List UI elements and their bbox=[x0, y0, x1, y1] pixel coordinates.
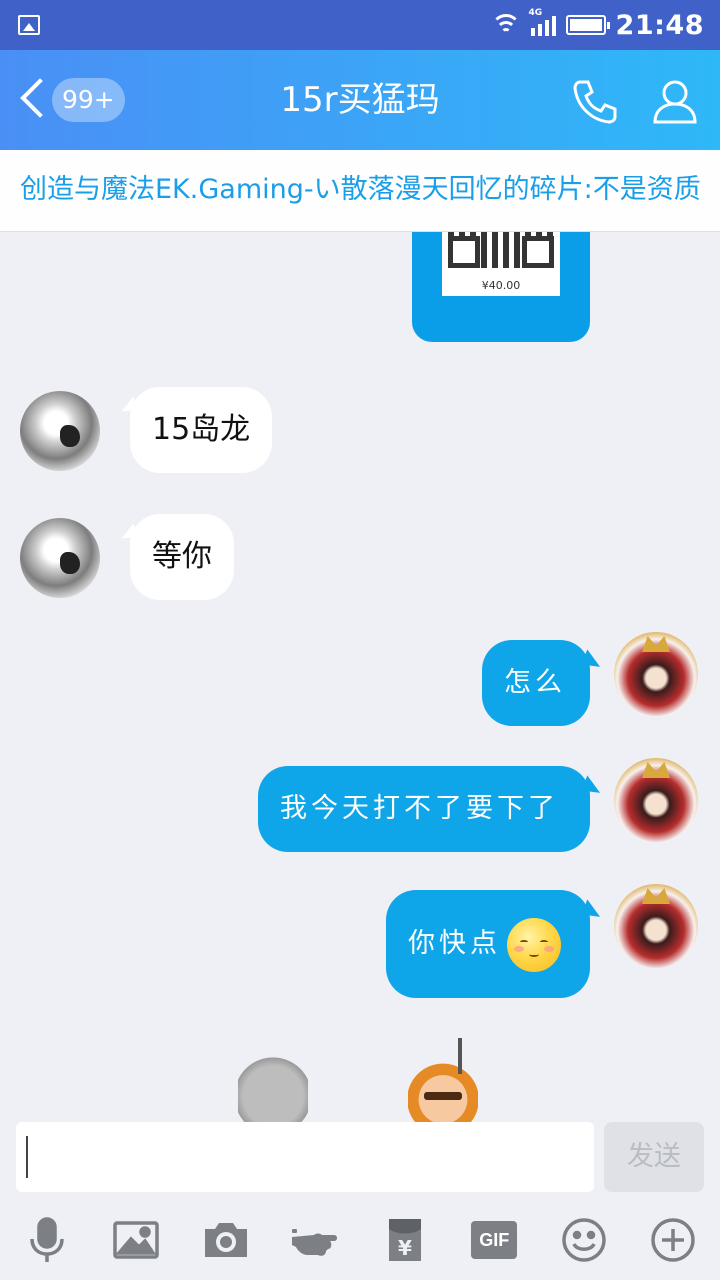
phone-icon[interactable] bbox=[570, 76, 620, 126]
status-bar: 4G 21:48 bbox=[0, 0, 720, 50]
message-bubble[interactable]: 15岛龙 bbox=[130, 387, 273, 473]
avatar[interactable] bbox=[20, 518, 100, 598]
gallery-notification-icon bbox=[18, 15, 40, 35]
plus-icon[interactable] bbox=[641, 1208, 705, 1272]
message-bubble[interactable]: 你快点 bbox=[386, 890, 590, 998]
smile-emoji-icon bbox=[507, 917, 561, 972]
message-input[interactable] bbox=[16, 1122, 594, 1192]
cellular-signal-icon: 4G bbox=[529, 8, 556, 36]
chat-header: 99+ 15r买猛玛 bbox=[0, 50, 720, 150]
qr-code-image bbox=[448, 232, 554, 268]
message-bubble[interactable]: 怎么 bbox=[482, 640, 590, 726]
message-text: 你快点 bbox=[408, 928, 501, 959]
avatar[interactable] bbox=[614, 632, 698, 716]
wifi-icon bbox=[490, 14, 521, 36]
svg-text:¥: ¥ bbox=[398, 1236, 412, 1260]
gif-label: GIF bbox=[471, 1221, 518, 1259]
battery-icon bbox=[565, 15, 610, 35]
message-bubble[interactable]: 等你 bbox=[130, 514, 234, 600]
qr-price: ¥40.00 bbox=[481, 279, 521, 292]
chat-messages[interactable]: ¥40.00 15岛龙 等你 怎么 我今天打不了要下了 你快点 bbox=[0, 232, 720, 1122]
camera-icon[interactable] bbox=[194, 1208, 258, 1272]
message-bubble[interactable]: 我今天打不了要下了 bbox=[258, 766, 590, 852]
group-notice-banner[interactable]: 创造与魔法EK.Gaming-い散落漫天回忆的碎片:不是资质 bbox=[0, 150, 720, 232]
status-time: 21:48 bbox=[615, 9, 704, 41]
composer: 发送 bbox=[0, 1122, 720, 1200]
emoji-icon[interactable] bbox=[552, 1208, 616, 1272]
chat-title: 15r买猛玛 bbox=[280, 80, 440, 120]
poke-icon[interactable] bbox=[283, 1208, 347, 1272]
sticker-character-icon[interactable] bbox=[238, 1054, 308, 1122]
avatar[interactable] bbox=[614, 758, 698, 842]
qr-image-message[interactable]: ¥40.00 bbox=[412, 232, 590, 342]
avatar[interactable] bbox=[20, 391, 100, 471]
input-toolbar: ¥ GIF bbox=[0, 1200, 720, 1280]
avatar[interactable] bbox=[614, 884, 698, 968]
back-button[interactable] bbox=[16, 78, 50, 122]
unread-badge[interactable]: 99+ bbox=[52, 78, 125, 122]
user-profile-icon[interactable] bbox=[650, 76, 700, 126]
red-packet-icon[interactable]: ¥ bbox=[373, 1208, 437, 1272]
qr-card: ¥40.00 bbox=[442, 232, 560, 296]
gif-icon[interactable]: GIF bbox=[462, 1208, 526, 1272]
network-type: 4G bbox=[528, 8, 543, 18]
sticker-character-icon[interactable] bbox=[408, 1038, 478, 1122]
send-button[interactable]: 发送 bbox=[604, 1122, 704, 1192]
image-icon[interactable] bbox=[104, 1208, 168, 1272]
microphone-icon[interactable] bbox=[15, 1208, 79, 1272]
text-caret bbox=[26, 1136, 28, 1178]
